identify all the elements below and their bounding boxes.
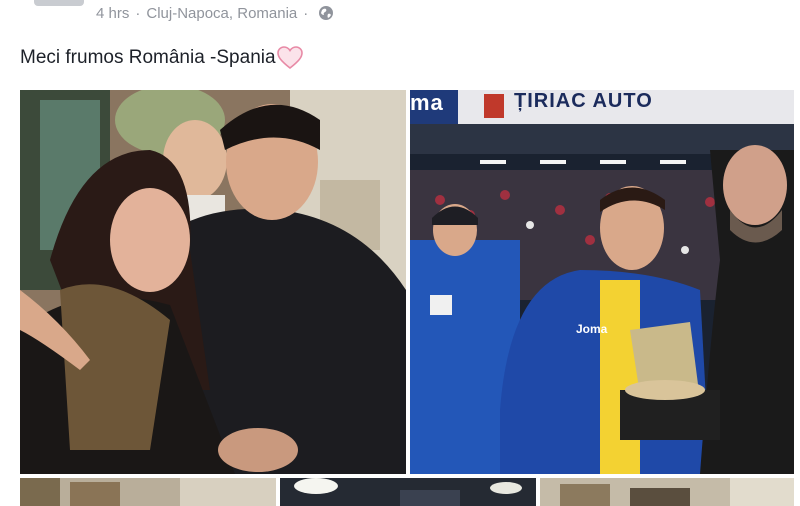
post-meta: 4 hrs · Cluj-Napoca, Romania · [96,4,334,22]
photo-couple[interactable] [20,90,406,474]
post-message: Meci frumos România -Spania [20,46,303,70]
banner-sponsor-text: ȚIRIAC AUTO [514,90,653,112]
banner-partial-text: ma [410,90,444,115]
photo-thumbnail-3[interactable] [540,478,794,506]
author-avatar[interactable] [34,0,84,6]
photo-thumbnail-2[interactable] [280,478,536,506]
post-message-text: Meci frumos România -Spania [20,47,276,68]
photo-couple-image [20,90,406,474]
photo-thumbnail-1-image [20,478,276,506]
post-timestamp[interactable]: 4 hrs [96,5,129,22]
pink-heart-icon [276,46,303,70]
meta-separator: · [135,4,141,22]
post-location[interactable]: Cluj-Napoca, Romania [146,5,297,22]
photo-thumbnail-1[interactable] [20,478,276,506]
photo-stadium[interactable]: ma ȚIRIAC AUTO Joma [410,90,794,474]
photo-thumbnail-2-image [280,478,536,506]
photo-thumbnail-3-image [540,478,794,506]
meta-separator: · [303,4,309,22]
globe-icon[interactable] [318,5,334,21]
jersey-brand-text: Joma [576,322,608,336]
photo-stadium-image [410,90,794,474]
